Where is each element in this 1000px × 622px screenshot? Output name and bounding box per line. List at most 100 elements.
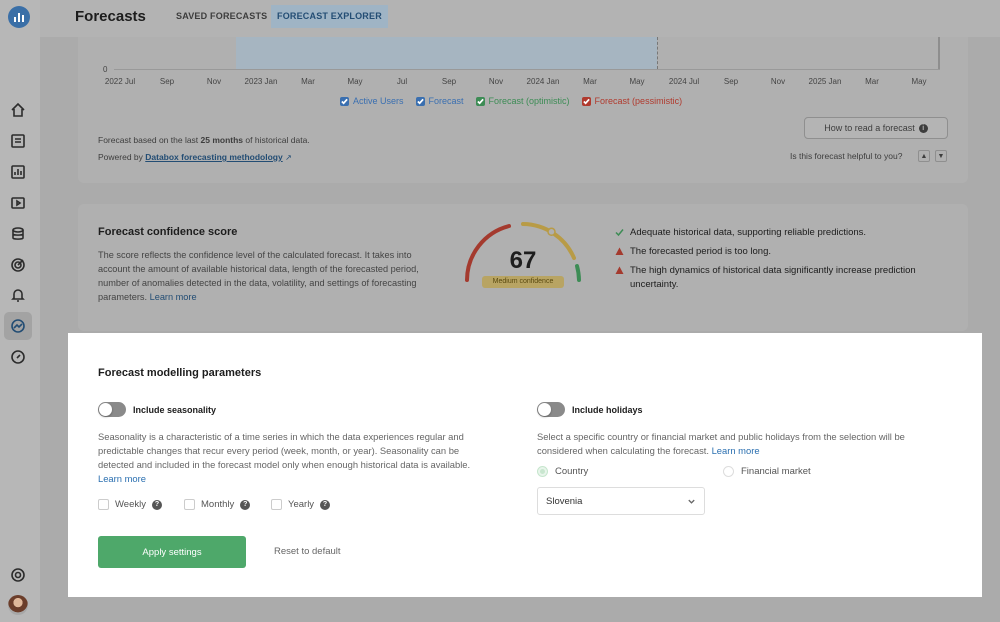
x-tick-label: 2024 Jul <box>668 77 700 86</box>
warning-icon <box>615 247 624 255</box>
confidence-checks-list: Adequate historical data, supporting rel… <box>615 226 945 297</box>
x-tick-label: 2025 Jan <box>808 77 842 86</box>
seasonality-description: Seasonality is a characteristic of a tim… <box>98 430 488 486</box>
weekly-checkbox[interactable] <box>98 499 109 510</box>
y-axis-zero-label: 0 <box>103 65 108 74</box>
powered-prefix: Powered by <box>98 152 146 162</box>
country-radio-label: Country <box>555 466 589 477</box>
help-icon[interactable]: ? <box>151 499 162 510</box>
x-tick-label: Nov <box>488 77 504 86</box>
reset-to-default-button[interactable]: Reset to default <box>274 546 341 557</box>
thumbs-up-icon[interactable]: ▲ <box>918 150 930 162</box>
checkbox-checked-icon[interactable] <box>340 96 349 106</box>
basis-value: 25 months <box>200 135 244 145</box>
play-icon[interactable] <box>9 194 27 212</box>
apply-settings-button[interactable]: Apply settings <box>98 536 246 568</box>
forecast-chart-card: 0 2022 Jul Sep Nov 2023 Jan Mar May Jul Sep Nov 2… <box>78 37 968 183</box>
yearly-checkbox[interactable] <box>271 499 282 510</box>
country-select[interactable]: Slovenia <box>537 487 705 515</box>
chart-legend: Active Users Forecast Forecast (optimist… <box>340 96 682 106</box>
gauge-knob <box>547 227 556 237</box>
confidence-title: Forecast confidence score <box>98 226 238 238</box>
weekly-label: Weekly <box>115 499 146 510</box>
checkbox-checked-icon[interactable] <box>415 96 425 106</box>
forecast-range-area <box>236 37 657 69</box>
x-tick-label: Sep <box>159 77 175 86</box>
legend-active-users[interactable]: Active Users <box>340 96 404 106</box>
legend-forecast[interactable]: Forecast <box>415 96 464 106</box>
bell-icon[interactable] <box>9 286 27 304</box>
check-text: The forecasted period is too long. <box>630 246 772 257</box>
seasonality-learn-more-link[interactable]: Learn more <box>98 473 146 484</box>
holidays-description: Select a specific country or financial m… <box>537 430 937 458</box>
x-tick-label: Sep <box>441 77 457 86</box>
databox-logo-icon[interactable] <box>8 6 30 28</box>
methodology-link[interactable]: Databox forecasting methodology <box>145 152 282 162</box>
x-tick-label: Mar <box>865 77 879 86</box>
confidence-level-badge: Medium confidence <box>482 276 564 288</box>
confidence-learn-more-link[interactable]: Learn more <box>150 292 197 302</box>
tab-saved-forecasts[interactable]: SAVED FORECASTS <box>170 5 273 28</box>
support-icon[interactable] <box>9 566 27 584</box>
database-icon[interactable] <box>9 225 27 243</box>
holidays-toggle[interactable] <box>537 402 565 417</box>
forecast-basis-text: Forecast based on the last 25 months of … <box>98 135 310 145</box>
legend-forecast-optimistic[interactable]: Forecast (optimistic) <box>475 96 570 106</box>
holidays-learn-more-link[interactable]: Learn more <box>712 445 760 456</box>
chart-right-edge <box>938 37 940 69</box>
powered-by-text: Powered by Databox forecasting methodolo… <box>98 152 292 162</box>
confidence-score-value: 67 <box>509 247 537 274</box>
x-tick-label: 2023 Jan <box>244 77 278 86</box>
monthly-checkbox[interactable] <box>184 499 195 510</box>
legend-label: Forecast <box>428 96 464 106</box>
thumbs-down-icon[interactable]: ▼ <box>935 150 947 162</box>
dashboard-icon[interactable] <box>9 163 27 181</box>
confidence-description-text: The score reflects the confidence level … <box>98 250 419 302</box>
page-title: Forecasts <box>75 8 146 25</box>
monthly-option[interactable]: Monthly ? <box>184 499 251 510</box>
x-tick-label: Mar <box>583 77 597 86</box>
x-tick-label: 2024 Jan <box>526 77 560 86</box>
country-select-value: Slovenia <box>546 495 583 507</box>
basis-prefix: Forecast based on the last <box>98 135 201 145</box>
x-tick-label: May <box>629 77 645 86</box>
x-tick-label: May <box>347 77 363 86</box>
number-tile-icon[interactable] <box>9 132 27 150</box>
check-text: The high dynamics of historical data sig… <box>630 265 916 290</box>
how-to-read-label: How to read a forecast <box>824 123 915 133</box>
seasonality-toggle[interactable] <box>98 402 126 417</box>
confidence-check-item: Adequate historical data, supporting rel… <box>615 226 945 240</box>
tab-forecast-explorer[interactable]: FORECAST EXPLORER <box>271 5 388 28</box>
helpful-question: Is this forecast helpful to you? <box>790 151 903 161</box>
monthly-label: Monthly <box>201 499 235 510</box>
legend-label: Forecast (pessimistic) <box>594 96 683 106</box>
help-icon[interactable]: ? <box>240 499 251 510</box>
modelling-parameters-panel: Forecast modelling parameters Include se… <box>68 333 982 597</box>
weekly-option[interactable]: Weekly ? <box>98 499 162 510</box>
forecast-icon[interactable] <box>9 317 27 335</box>
legend-forecast-pessimistic[interactable]: Forecast (pessimistic) <box>581 96 683 106</box>
external-link-icon[interactable]: ↗ <box>285 153 292 162</box>
legend-label: Active Users <box>353 96 404 106</box>
target-icon[interactable] <box>9 256 27 274</box>
x-axis-line <box>114 69 940 70</box>
forecast-start-marker <box>657 37 658 69</box>
financial-market-radio-option[interactable]: Financial market <box>723 466 811 477</box>
compass-icon[interactable] <box>9 348 27 366</box>
home-icon[interactable] <box>9 101 27 119</box>
avatar[interactable] <box>8 595 28 615</box>
info-icon: i <box>918 123 928 133</box>
country-radio[interactable] <box>537 466 548 477</box>
top-bar: Forecasts SAVED FORECASTS FORECAST EXPLO… <box>40 0 1000 37</box>
financial-market-radio[interactable] <box>723 466 734 477</box>
x-tick-label: Mar <box>301 77 315 86</box>
legend-label: Forecast (optimistic) <box>488 96 570 106</box>
help-icon[interactable]: ? <box>320 499 331 510</box>
holidays-label: Include holidays <box>572 405 643 415</box>
yearly-option[interactable]: Yearly ? <box>271 499 331 510</box>
checkbox-checked-icon[interactable] <box>581 96 591 106</box>
checkbox-checked-icon[interactable] <box>475 96 485 106</box>
x-tick-label: 2022 Jul <box>104 77 136 86</box>
how-to-read-forecast-button[interactable]: How to read a forecast i <box>804 117 948 139</box>
country-radio-option[interactable]: Country <box>537 466 588 477</box>
